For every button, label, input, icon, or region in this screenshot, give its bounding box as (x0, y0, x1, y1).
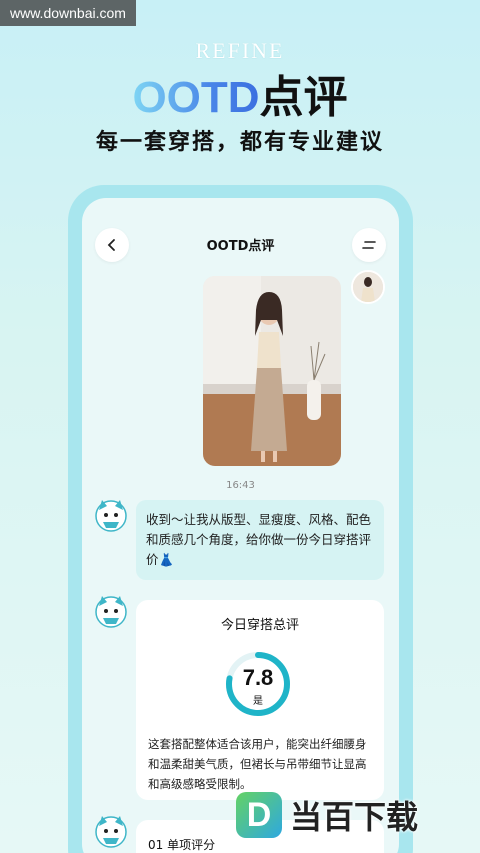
bot-reply-bubble: 收到～让我从版型、显瘦度、风格、配色和质感几个角度，给你做一份今日穿搭评价👗 (136, 500, 384, 580)
score-grade: 是 (253, 696, 263, 707)
bot-avatar (94, 594, 128, 628)
logo-mark: D (236, 792, 282, 838)
summary-card: 今日穿搭总评 7.8 是 这套搭配整体适合该用户，能突出纤细腰身和温柔甜美气质，… (136, 600, 384, 800)
menu-icon (362, 241, 376, 249)
user-avatar[interactable] (351, 270, 385, 304)
bot-avatar (94, 814, 128, 848)
section-title: 01 单项评分 (148, 838, 216, 852)
hero-title-latin: OOTD (132, 73, 260, 122)
outfit-photo[interactable] (203, 276, 341, 466)
site-watermark: www.downbai.com (0, 0, 136, 26)
phone-screen: OOTD点评 16:43 收到～让我从版型、显瘦度、风格、配色和质感几个角度，给… (82, 198, 399, 853)
download-site-logo: D 当百下载 (236, 790, 418, 840)
brand-name: REFINE (195, 38, 285, 63)
cat-icon (95, 596, 127, 628)
hero-subtitle: 每一套穿搭，都有专业建议 (95, 130, 384, 155)
hero-title: OOTD点评 (0, 68, 480, 128)
bot-avatar (94, 498, 128, 532)
cat-icon (95, 816, 127, 848)
cat-icon (95, 500, 127, 532)
hero-title-cn: 点评 (259, 72, 348, 123)
summary-title: 今日穿搭总评 (220, 618, 299, 633)
top-bar: OOTD点评 (82, 198, 399, 288)
user-avatar-image (353, 272, 383, 302)
menu-button[interactable] (352, 228, 386, 262)
summary-text: 这套搭配整体适合该用户，能突出纤细腰身和温柔甜美气质，但裙长与吊带细节让显高和高… (148, 737, 367, 791)
score-value: 7.8 (242, 665, 274, 690)
outfit-photo-image (203, 276, 341, 466)
message-time: 16:43 (226, 480, 255, 491)
logo-text: 当百下载 (290, 798, 419, 836)
